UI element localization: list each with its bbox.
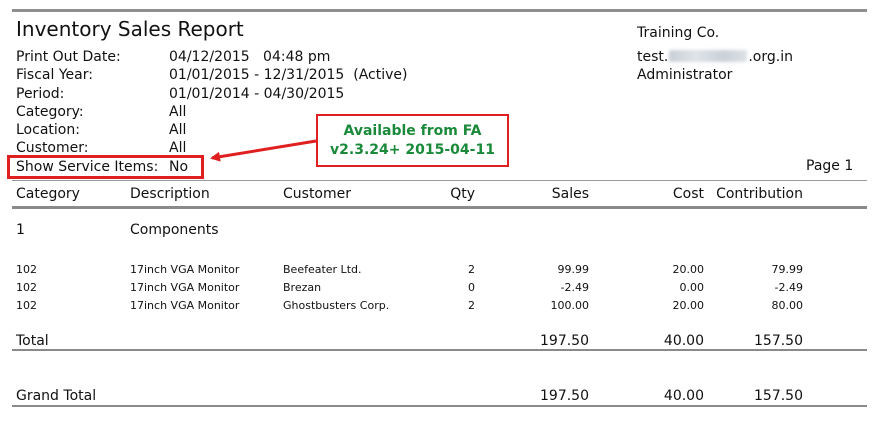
row-cost: 0.00 (679, 281, 705, 294)
row-customer: Ghostbusters Corp. (283, 299, 390, 312)
total-contribution: 157.50 (754, 333, 803, 349)
header-top-rule (12, 180, 867, 181)
grand-total-cost: 40.00 (663, 388, 704, 404)
row-qty: 2 (468, 299, 475, 312)
row-description: 17inch VGA Monitor (130, 263, 240, 276)
row-customer: Beefeater Ltd. (283, 263, 362, 276)
total-rule (12, 349, 867, 351)
row-sales: 100.00 (550, 299, 590, 312)
group-name: Components (130, 222, 219, 238)
row-category: 102 (16, 263, 37, 276)
col-customer: Customer (283, 186, 352, 202)
grand-total-label: Grand Total (16, 388, 97, 404)
col-contribution: Contribution (716, 186, 803, 202)
row-category: 102 (16, 281, 37, 294)
row-qty: 0 (468, 281, 475, 294)
callout-arrow-icon (210, 139, 317, 162)
row-customer: Brezan (283, 281, 322, 294)
col-sales: Sales (551, 186, 589, 202)
col-category: Category (16, 186, 80, 202)
col-qty: Qty (450, 186, 475, 202)
row-contribution: 80.00 (771, 299, 804, 312)
grand-total-rule (12, 405, 867, 407)
row-description: 17inch VGA Monitor (130, 281, 240, 294)
row-contribution: 79.99 (771, 263, 804, 276)
row-description: 17inch VGA Monitor (130, 299, 240, 312)
row-cost: 20.00 (672, 263, 705, 276)
grand-total-contribution: 157.50 (754, 388, 803, 404)
total-label: Total (16, 333, 49, 349)
row-category: 102 (16, 299, 37, 312)
col-cost: Cost (672, 186, 704, 202)
row-contribution: -2.49 (774, 281, 803, 294)
row-sales: -2.49 (560, 281, 589, 294)
row-sales: 99.99 (557, 263, 590, 276)
total-sales: 197.50 (540, 333, 589, 349)
col-description: Description (130, 186, 210, 202)
row-cost: 20.00 (672, 299, 705, 312)
grand-total-sales: 197.50 (540, 388, 589, 404)
group-category: 1 (16, 222, 25, 238)
total-cost: 40.00 (663, 333, 704, 349)
row-qty: 2 (468, 263, 475, 276)
header-bottom-rule (12, 206, 867, 209)
